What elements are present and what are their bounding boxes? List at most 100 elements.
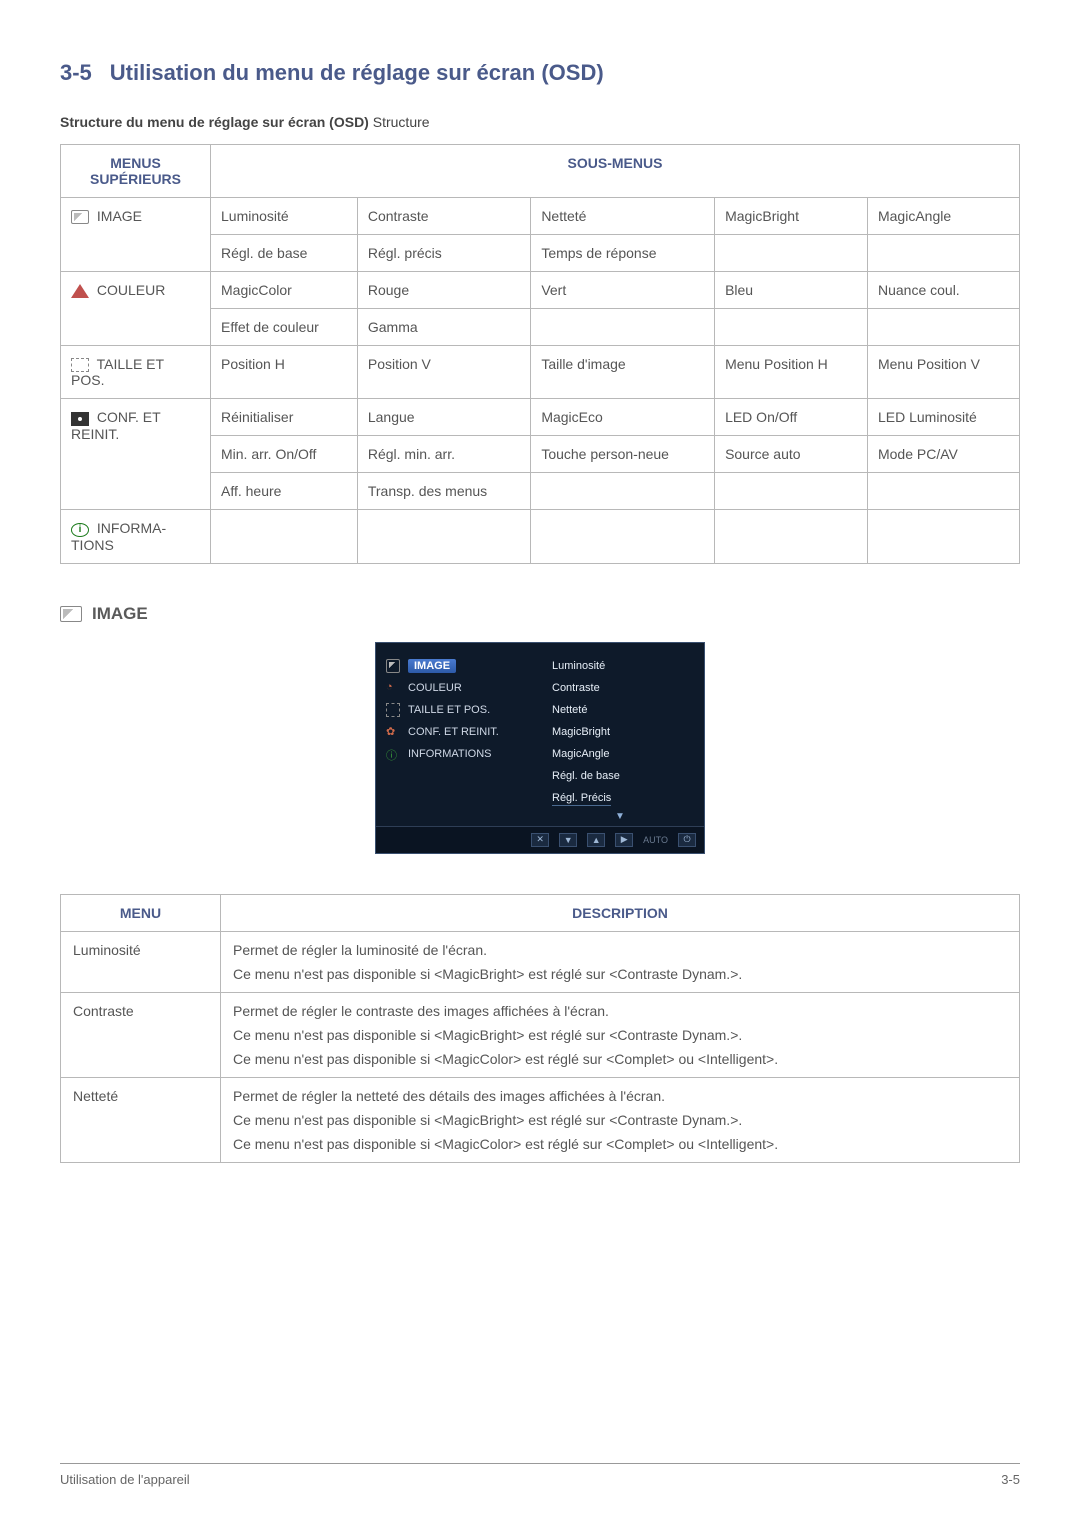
osd-color-icon: ◔ bbox=[386, 681, 400, 695]
desc-row-text: Permet de régler la netteté des détails … bbox=[221, 1077, 1020, 1162]
desc-text: Ce menu n'est pas disponible si <MagicBr… bbox=[233, 1112, 1007, 1128]
cell bbox=[211, 510, 358, 563]
section-title: 3-5 Utilisation du menu de réglage sur éc… bbox=[60, 60, 1020, 86]
desc-text: Ce menu n'est pas disponible si <MagicCo… bbox=[233, 1136, 1007, 1152]
desc-row-text: Permet de régler le contraste des images… bbox=[221, 992, 1020, 1077]
cell: Vert bbox=[531, 272, 715, 309]
cell: MagicEco bbox=[531, 399, 715, 436]
osd-right-contraste: Contraste bbox=[536, 682, 694, 694]
osd-left-couleur: COULEUR bbox=[408, 682, 462, 694]
th-description: DESCRIPTION bbox=[221, 894, 1020, 931]
cell: Langue bbox=[357, 399, 530, 436]
menu-couleur-label: COULEUR bbox=[97, 282, 165, 298]
section-number: 3-5 bbox=[60, 60, 92, 85]
osd-enter-icon: ▶ bbox=[615, 833, 633, 847]
cell: Position V bbox=[357, 346, 530, 399]
footer-right: 3-5 bbox=[1001, 1472, 1020, 1487]
cell: Menu Position H bbox=[715, 346, 868, 399]
image-heading-label: IMAGE bbox=[92, 604, 148, 624]
desc-text: Permet de régler le contraste des images… bbox=[233, 1003, 1007, 1019]
osd-close-icon: ✕ bbox=[531, 833, 549, 847]
cell: Position H bbox=[211, 346, 358, 399]
osd-structure-table: MENUS SUPÉRIEURS SOUS-MENUS IMAGE Lumino… bbox=[60, 144, 1020, 564]
cell: LED On/Off bbox=[715, 399, 868, 436]
structure-subhead-rest: Structure bbox=[369, 114, 430, 130]
osd-info-icon: ⓘ bbox=[386, 747, 400, 761]
cell: Temps de réponse bbox=[531, 235, 715, 272]
settings-icon bbox=[71, 412, 89, 426]
osd-power-icon: ⏻ bbox=[678, 833, 696, 847]
menu-couleur-cell: COULEUR bbox=[61, 272, 211, 346]
osd-left-conf: CONF. ET REINIT. bbox=[408, 726, 499, 738]
desc-text: Permet de régler la netteté des détails … bbox=[233, 1088, 1007, 1104]
cell: Transp. des menus bbox=[357, 473, 530, 510]
cell: LED Luminosité bbox=[867, 399, 1019, 436]
menu-info-cell: i INFORMA-TIONS bbox=[61, 510, 211, 563]
osd-right-magicangle: MagicAngle bbox=[536, 748, 694, 760]
menu-taille-cell: TAILLE ET POS. bbox=[61, 346, 211, 399]
info-icon: i bbox=[71, 523, 89, 537]
cell: Contraste bbox=[357, 198, 530, 235]
desc-text: Ce menu n'est pas disponible si <MagicBr… bbox=[233, 1027, 1007, 1043]
menu-conf-cell: CONF. ET REINIT. bbox=[61, 399, 211, 510]
osd-right-reglbase: Régl. de base bbox=[536, 770, 694, 782]
cell: Touche person-neue bbox=[531, 436, 715, 473]
osd-down-arrow-icon: ▼ bbox=[376, 811, 704, 822]
osd-auto-label: AUTO bbox=[643, 833, 668, 847]
cell: Effet de couleur bbox=[211, 309, 358, 346]
osd-right-luminosite: Luminosité bbox=[536, 660, 694, 672]
cell bbox=[867, 309, 1019, 346]
desc-row-name: Contraste bbox=[61, 992, 221, 1077]
osd-screenshot: IMAGE Luminosité ◔COULEUR Contraste TAIL… bbox=[60, 642, 1020, 854]
cell bbox=[715, 309, 868, 346]
cell bbox=[715, 510, 868, 563]
cell: Bleu bbox=[715, 272, 868, 309]
osd-settings-icon: ✿ bbox=[386, 725, 400, 739]
cell: Menu Position V bbox=[867, 346, 1019, 399]
cell: Min. arr. On/Off bbox=[211, 436, 358, 473]
desc-row-name: Luminosité bbox=[61, 931, 221, 992]
cell: Rouge bbox=[357, 272, 530, 309]
osd-up-icon: ▲ bbox=[587, 833, 605, 847]
cell bbox=[715, 235, 868, 272]
osd-bottom-bar: ✕ ▼ ▲ ▶ AUTO ⏻ bbox=[376, 826, 704, 853]
cell bbox=[867, 510, 1019, 563]
desc-text: Permet de régler la luminosité de l'écra… bbox=[233, 942, 1007, 958]
cell bbox=[715, 473, 868, 510]
image-section-heading: IMAGE bbox=[60, 604, 1020, 624]
cell bbox=[867, 235, 1019, 272]
size-icon bbox=[71, 358, 89, 372]
footer-left: Utilisation de l'appareil bbox=[60, 1472, 190, 1487]
page-footer: Utilisation de l'appareil 3-5 bbox=[60, 1463, 1020, 1487]
cell: Netteté bbox=[531, 198, 715, 235]
osd-left-info: INFORMATIONS bbox=[408, 748, 492, 760]
th-sous-menus: SOUS-MENUS bbox=[211, 145, 1020, 198]
cell: MagicAngle bbox=[867, 198, 1019, 235]
menu-image-cell: IMAGE bbox=[61, 198, 211, 272]
cell: MagicBright bbox=[715, 198, 868, 235]
desc-row-name: Netteté bbox=[61, 1077, 221, 1162]
cell: Mode PC/AV bbox=[867, 436, 1019, 473]
cell: Taille d'image bbox=[531, 346, 715, 399]
structure-subhead: Structure du menu de réglage sur écran (… bbox=[60, 114, 1020, 130]
cell: Nuance coul. bbox=[867, 272, 1019, 309]
osd-right-reglprecis: Régl. Précis bbox=[552, 792, 611, 806]
cell: MagicColor bbox=[211, 272, 358, 309]
desc-text: Ce menu n'est pas disponible si <MagicCo… bbox=[233, 1051, 1007, 1067]
cell bbox=[531, 473, 715, 510]
osd-left-taille: TAILLE ET POS. bbox=[408, 704, 490, 716]
cell: Régl. précis bbox=[357, 235, 530, 272]
th-menu: MENU bbox=[61, 894, 221, 931]
section-title-text: Utilisation du menu de réglage sur écran… bbox=[110, 60, 604, 85]
cell: Source auto bbox=[715, 436, 868, 473]
cell bbox=[531, 309, 715, 346]
desc-text: Ce menu n'est pas disponible si <MagicBr… bbox=[233, 966, 1007, 982]
cell: Régl. min. arr. bbox=[357, 436, 530, 473]
cell bbox=[531, 510, 715, 563]
osd-size-icon bbox=[386, 703, 400, 717]
menu-description-table: MENU DESCRIPTION Luminosité Permet de ré… bbox=[60, 894, 1020, 1163]
cell bbox=[357, 510, 530, 563]
osd-down-icon: ▼ bbox=[559, 833, 577, 847]
osd-right-magicbright: MagicBright bbox=[536, 726, 694, 738]
image-icon bbox=[71, 210, 89, 224]
